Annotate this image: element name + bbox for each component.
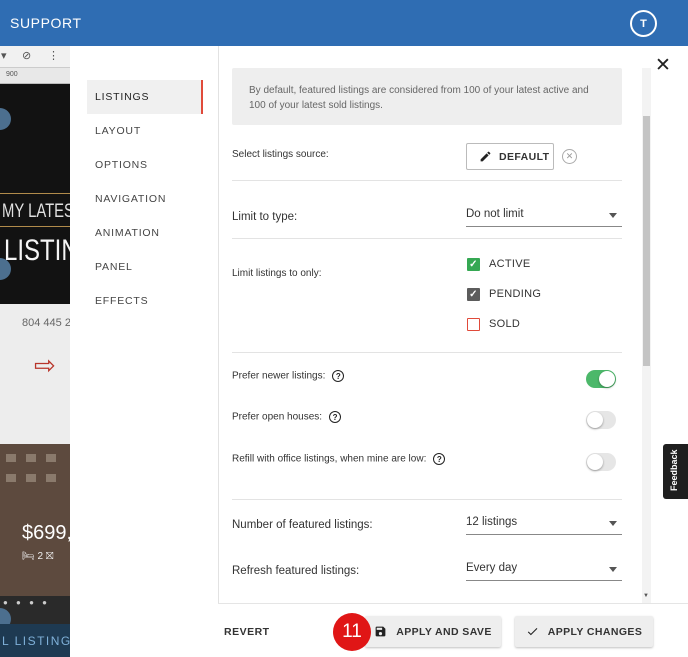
hero-rule	[0, 226, 70, 227]
hero-rule	[0, 193, 70, 194]
refill-office-toggle[interactable]	[586, 453, 616, 471]
listings-settings-modal: ✕ LISTINGS LAYOUT OPTIONS NAVIGATION ANI…	[70, 46, 688, 657]
preview-bottom-bar: L LISTINGS	[0, 624, 70, 657]
sidebar-item-listings[interactable]: LISTINGS	[87, 80, 203, 114]
more-vert-icon[interactable]: ⋮	[48, 49, 59, 62]
preview-ruler: 900	[0, 68, 70, 84]
step-badge: 11	[333, 613, 371, 651]
featured-count-select[interactable]: 12 listings	[466, 511, 622, 535]
default-source-button[interactable]: DEFAULT	[466, 143, 554, 170]
prefer-open-houses-toggle[interactable]	[586, 411, 616, 429]
prefer-newer-text: Prefer newer listings:	[232, 370, 326, 382]
refill-office-text: Refill with office listings, when mine a…	[232, 453, 427, 465]
feedback-label: Feedback	[669, 449, 679, 491]
chevron-down-icon	[609, 521, 617, 526]
divider	[232, 180, 622, 181]
preview-price: $699,0	[22, 522, 70, 544]
apply-and-save-label: APPLY AND SAVE	[396, 625, 492, 638]
prefer-newer-label: Prefer newer listings:?	[232, 370, 345, 382]
preview-headline-2: LISTIN	[4, 234, 70, 267]
scroll-down-icon[interactable]: ▼	[643, 593, 649, 599]
preview-photo	[0, 444, 70, 596]
checkbox-active[interactable]: ✓ ACTIVE	[467, 256, 531, 272]
sidebar-item-navigation[interactable]: NAVIGATION	[87, 182, 203, 216]
refill-office-label: Refill with office listings, when mine a…	[232, 453, 446, 465]
preview-footer-label: L LISTINGS	[2, 634, 70, 648]
modal-footer: REVERT APPLY AND SAVE 11 APPLY CHANGES	[218, 603, 688, 657]
user-avatar[interactable]: T	[630, 10, 657, 37]
info-note: By default, featured listings are consid…	[232, 68, 622, 125]
check-icon: ✓	[467, 257, 480, 271]
arrow-right-icon: ⇨	[34, 350, 56, 380]
carousel-dots[interactable]: ● ● ● ●	[3, 598, 50, 607]
chevron-down-icon	[609, 567, 617, 572]
limit-type-value: Do not limit	[466, 208, 524, 220]
preview-toolbar: ▾ ⊘ ⋮	[0, 46, 70, 68]
app-title: SUPPORT	[10, 15, 82, 31]
sidebar-item-animation[interactable]: ANIMATION	[87, 216, 203, 250]
prefer-open-houses-text: Prefer open houses:	[232, 411, 323, 423]
refresh-label: Refresh featured listings:	[232, 565, 360, 577]
ruler-label: 900	[6, 71, 18, 78]
panel-scrollbar[interactable]: ▼	[642, 68, 651, 603]
clear-icon[interactable]: ✕	[562, 149, 577, 164]
prefer-open-houses-label: Prefer open houses:?	[232, 411, 342, 423]
refresh-select[interactable]: Every day	[466, 557, 622, 581]
check-icon: ✓	[467, 287, 480, 301]
revert-button[interactable]: REVERT	[224, 626, 270, 638]
help-icon[interactable]: ?	[332, 370, 345, 382]
checkbox-sold-label: SOLD	[489, 318, 521, 330]
sidebar-item-panel[interactable]: PANEL	[87, 250, 203, 284]
limit-type-select[interactable]: Do not limit	[466, 203, 622, 227]
checkbox-sold[interactable]: SOLD	[467, 316, 520, 332]
sidebar-divider	[218, 46, 219, 603]
sidebar-item-layout[interactable]: LAYOUT	[87, 114, 203, 148]
listings-settings-panel: By default, featured listings are consid…	[232, 68, 622, 603]
preview-headline-1: MY LATEST	[2, 201, 70, 222]
sidebar-item-options[interactable]: OPTIONS	[87, 148, 203, 182]
featured-count-label: Number of featured listings:	[232, 519, 373, 531]
close-icon[interactable]: ✕	[655, 56, 671, 75]
settings-sidebar: LISTINGS LAYOUT OPTIONS NAVIGATION ANIMA…	[87, 80, 203, 318]
top-bar: SUPPORT T	[0, 0, 688, 46]
source-label: Select listings source:	[232, 149, 329, 160]
disable-icon[interactable]: ⊘	[22, 49, 31, 62]
apply-changes-button[interactable]: APPLY CHANGES	[515, 616, 653, 647]
chevron-down-icon	[609, 213, 617, 218]
sidebar-item-effects[interactable]: EFFECTS	[87, 284, 203, 318]
apply-and-save-button[interactable]: APPLY AND SAVE	[365, 616, 501, 647]
refresh-value: Every day	[466, 562, 518, 574]
checkbox-active-label: ACTIVE	[489, 258, 531, 270]
help-icon[interactable]: ?	[329, 411, 342, 423]
featured-count-value: 12 listings	[466, 516, 518, 528]
checkbox-pending-label: PENDING	[489, 288, 542, 300]
divider	[232, 499, 622, 500]
divider	[232, 352, 622, 353]
limit-only-label: Limit listings to only:	[232, 268, 322, 279]
help-icon[interactable]: ?	[433, 453, 446, 465]
preview-meta: 🛏 2 ⛝	[22, 551, 54, 562]
site-preview: ▾ ⊘ ⋮ 900 MY LATEST LISTIN 804 445 2 ⇨ $…	[0, 46, 70, 657]
checkbox-pending[interactable]: ✓ PENDING	[467, 286, 541, 302]
divider	[232, 238, 622, 239]
save-icon	[375, 626, 386, 637]
apply-changes-label: APPLY CHANGES	[547, 625, 643, 638]
pencil-icon	[480, 151, 491, 162]
default-source-label: DEFAULT	[499, 150, 550, 163]
prefer-newer-toggle[interactable]	[586, 370, 616, 388]
feedback-tab[interactable]: Feedback	[663, 444, 688, 499]
limit-type-label: Limit to type:	[232, 211, 298, 223]
preview-caret-icon[interactable]: ▾	[1, 49, 7, 62]
check-icon	[527, 628, 538, 636]
scrollbar-thumb[interactable]	[643, 116, 650, 366]
checkbox-empty-icon	[467, 317, 480, 331]
preview-phone: 804 445 2	[22, 317, 70, 329]
